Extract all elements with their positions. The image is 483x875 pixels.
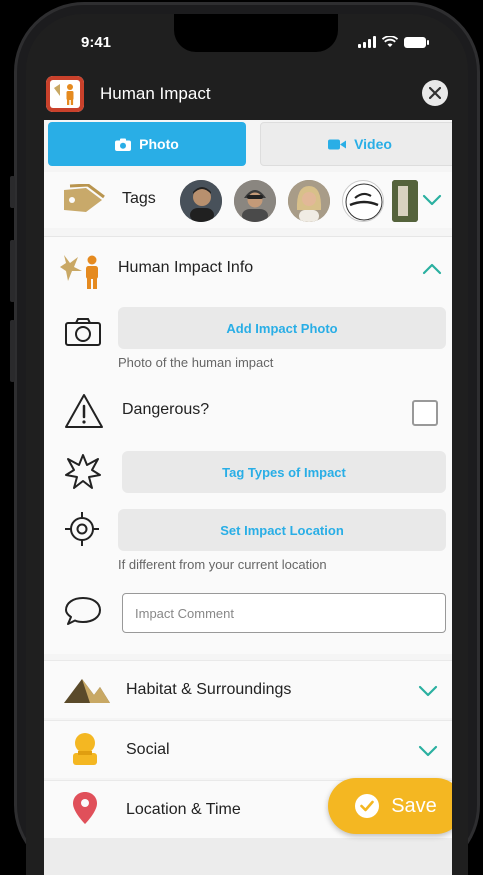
camera-icon [115, 138, 132, 151]
bottom-toolbar [44, 838, 452, 875]
tab-video[interactable]: Video [260, 122, 452, 166]
map-pin-icon [73, 792, 97, 824]
tag-avatar-5[interactable] [392, 180, 418, 222]
person-avatar-icon [288, 180, 330, 222]
camera-outline-icon [65, 318, 101, 346]
chevron-down-icon [418, 685, 438, 697]
person-avatar-icon [180, 180, 222, 222]
photo-avatar-icon [392, 180, 418, 222]
phone-screen: 9:41 Human Impact Photo Video Tags Human… [26, 14, 468, 875]
tags-row[interactable]: Tags [44, 172, 452, 228]
tab-photo-label: Photo [139, 136, 179, 152]
volume-down-button [10, 320, 15, 382]
burst-icon [65, 454, 101, 489]
video-camera-icon [328, 139, 347, 149]
social-badge-icon [73, 733, 97, 765]
mute-switch [10, 176, 15, 208]
set-location-hint: If different from your current location [118, 557, 327, 572]
tag-avatar-2[interactable] [234, 180, 276, 222]
set-impact-location-button[interactable]: Set Impact Location [118, 509, 446, 551]
add-impact-photo-button[interactable]: Add Impact Photo [118, 307, 446, 349]
save-button[interactable]: Save [328, 778, 452, 834]
close-button[interactable] [422, 80, 448, 106]
location-time-label: Location & Time [126, 801, 241, 818]
app-title: Human Impact [100, 84, 211, 103]
tags-label: Tags [122, 190, 156, 207]
social-label: Social [126, 741, 170, 758]
warning-triangle-icon [65, 394, 103, 428]
tag-avatar-1[interactable] [180, 180, 222, 222]
close-icon [429, 87, 441, 99]
add-photo-hint: Photo of the human impact [118, 355, 274, 370]
check-circle-icon [355, 794, 380, 818]
status-time: 9:41 [81, 34, 112, 51]
tag-types-of-impact-button[interactable]: Tag Types of Impact [122, 451, 446, 493]
habitat-surroundings-row[interactable]: Habitat & Surroundings [44, 660, 452, 718]
tag-avatar-4[interactable] [342, 180, 384, 222]
volume-up-button [10, 240, 15, 302]
person-avatar-icon [234, 180, 276, 222]
mountain-icon [64, 679, 110, 703]
chevron-down-icon [418, 745, 438, 757]
social-row[interactable]: Social [44, 720, 452, 778]
save-label: Save [391, 794, 437, 817]
chevron-up-icon[interactable] [422, 263, 442, 275]
battery-icon [404, 37, 429, 48]
media-tabs: Photo Video [44, 122, 452, 166]
section-header-label: Human Impact Info [118, 259, 254, 276]
human-impact-info-section: Human Impact Info Add Impact Photo Photo… [44, 236, 452, 654]
form-content: Photo Video Tags Human Impact Info Add I… [44, 120, 452, 875]
dangerous-checkbox[interactable] [412, 400, 438, 426]
human-impact-icon [60, 255, 98, 289]
dangerous-label: Dangerous? [122, 401, 210, 418]
app-bar: Human Impact [26, 74, 468, 124]
signal-icon [358, 36, 376, 48]
tab-video-label: Video [354, 136, 392, 152]
app-logo-icon [46, 76, 84, 112]
wifi-icon [382, 36, 398, 47]
tag-avatar-3[interactable] [288, 180, 330, 222]
tag-icon [64, 184, 105, 212]
tab-photo[interactable]: Photo [48, 122, 246, 166]
speech-bubble-icon [65, 597, 101, 625]
target-location-icon [65, 512, 99, 546]
status-bar: 9:41 [26, 34, 468, 58]
impact-comment-input[interactable]: Impact Comment [122, 593, 446, 633]
habitat-label: Habitat & Surroundings [126, 681, 292, 698]
logo-avatar-icon [345, 183, 383, 221]
chevron-down-icon[interactable] [422, 194, 442, 206]
